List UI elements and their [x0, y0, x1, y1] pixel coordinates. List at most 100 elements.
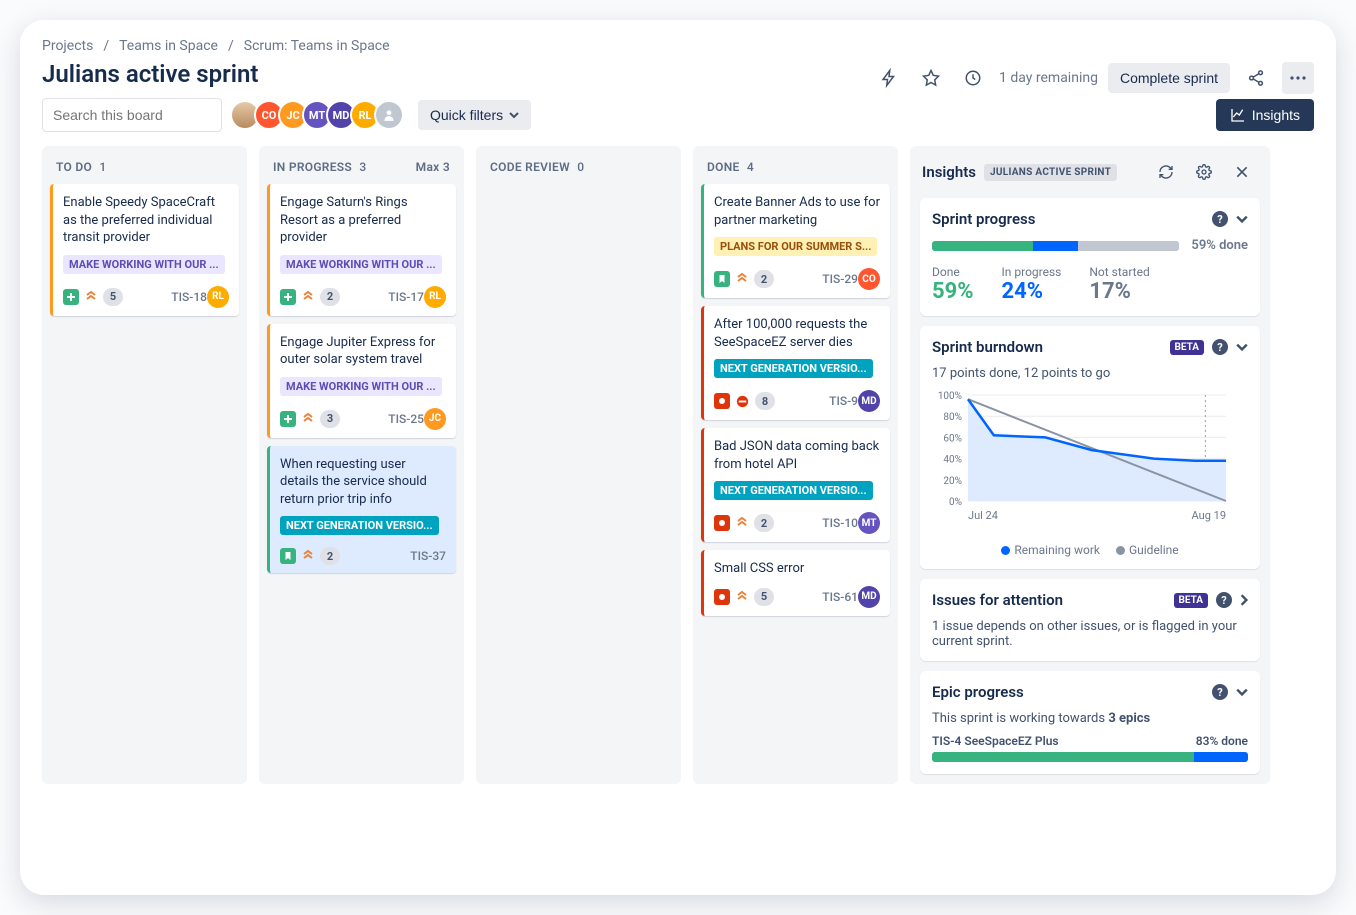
days-remaining: 1 day remaining	[999, 70, 1098, 86]
card-title: Issues for attention	[932, 591, 1063, 609]
priority-blocker-icon	[735, 394, 750, 409]
priority-medium-icon	[301, 290, 315, 304]
progress-done-label: 59% done	[1191, 238, 1248, 253]
help-icon[interactable]: ?	[1212, 211, 1228, 227]
card-summary: Create Banner Ads to use for partner mar…	[714, 194, 880, 229]
issue-card[interactable]: Engage Saturn's Rings Resort as a prefer…	[267, 184, 456, 316]
column-title: TO DO	[56, 160, 92, 174]
issue-key[interactable]: TIS-37	[410, 549, 446, 563]
epic-chip[interactable]: NEXT GENERATION VERSIO...	[714, 359, 873, 378]
issue-card[interactable]: Create Banner Ads to use for partner mar…	[701, 184, 890, 298]
attention-text: 1 issue depends on other issues, or is f…	[932, 619, 1248, 649]
column-title: CODE REVIEW	[490, 160, 570, 174]
automation-icon[interactable]	[873, 62, 905, 94]
app-surface: Projects/ Teams in Space/ Scrum: Teams i…	[20, 20, 1336, 895]
priority-medium-icon	[301, 549, 315, 563]
avatar-MD: MD	[858, 390, 880, 412]
insights-title: Insights	[922, 163, 976, 181]
bug-issuetype-icon	[714, 393, 730, 409]
more-icon[interactable]	[1282, 62, 1314, 94]
chevron-down-icon[interactable]	[1236, 343, 1248, 351]
breadcrumb-link[interactable]: Projects	[42, 38, 93, 54]
column-header: TO DO 1	[50, 154, 239, 184]
svg-text:40%: 40%	[943, 455, 962, 466]
column-header: IN PROGRESS 3Max 3	[267, 154, 456, 184]
epic-chip[interactable]: MAKE WORKING WITH OUR ...	[280, 377, 442, 396]
insights-button[interactable]: Insights	[1216, 99, 1314, 131]
column-inprogress: IN PROGRESS 3Max 3 Engage Saturn's Rings …	[259, 146, 464, 784]
card-summary: When requesting user details the service…	[280, 456, 446, 509]
svg-text:100%: 100%	[938, 391, 962, 402]
story-issuetype-icon	[280, 411, 296, 427]
help-icon[interactable]: ?	[1212, 684, 1228, 700]
avatar-GH[interactable]	[374, 100, 404, 130]
close-icon[interactable]	[1226, 156, 1258, 188]
issue-key[interactable]: TIS-61	[822, 590, 858, 604]
star-icon[interactable]	[915, 62, 947, 94]
stat-not-started: Not started17%	[1089, 265, 1149, 304]
column-count: 3	[359, 160, 366, 174]
issue-key[interactable]: TIS-25	[388, 412, 424, 426]
story-points-badge: 5	[103, 288, 123, 306]
epic-chip[interactable]: NEXT GENERATION VERSIO...	[714, 481, 873, 500]
chevron-down-icon[interactable]	[1236, 215, 1248, 223]
breadcrumb-link[interactable]: Teams in Space	[119, 38, 218, 54]
bug-issuetype-icon	[714, 589, 730, 605]
epic-progress-bar	[932, 752, 1248, 762]
search-field[interactable]	[51, 106, 236, 124]
insights-context-pill: JULIANS ACTIVE SPRINT	[984, 164, 1117, 181]
issue-card[interactable]: Engage Jupiter Express for outer solar s…	[267, 324, 456, 438]
issue-card[interactable]: After 100,000 requests the SeeSpaceEZ se…	[701, 306, 890, 420]
story-points-badge: 2	[320, 547, 340, 565]
quick-filters-button[interactable]: Quick filters	[418, 100, 531, 130]
story-points-badge: 2	[754, 270, 774, 288]
issue-card[interactable]: Enable Speedy SpaceCraft as the preferre…	[50, 184, 239, 316]
epic-chip[interactable]: PLANS FOR OUR SUMMER S...	[714, 237, 877, 256]
chevron-down-icon[interactable]	[1236, 688, 1248, 696]
card-title: Epic progress	[932, 683, 1024, 701]
stat-in-progress: In progress24%	[1002, 265, 1062, 304]
avatar-JC: JC	[424, 408, 446, 430]
burndown-subtext: 17 points done, 12 points to go	[932, 366, 1248, 381]
sprint-progress-card: Sprint progress ? 59% done Done59%In pro…	[920, 198, 1260, 316]
settings-icon[interactable]	[1188, 156, 1220, 188]
complete-sprint-button[interactable]: Complete sprint	[1108, 63, 1230, 93]
svg-text:60%: 60%	[943, 433, 962, 444]
clock-icon	[957, 62, 989, 94]
issue-key[interactable]: TIS-10	[822, 516, 858, 530]
story-issuetype-icon	[280, 289, 296, 305]
issue-key[interactable]: TIS-9	[829, 394, 858, 408]
page-title: Julians active sprint	[42, 60, 258, 88]
epic-chip[interactable]: MAKE WORKING WITH OUR ...	[63, 255, 225, 274]
chevron-right-icon	[1240, 594, 1248, 606]
svg-text:Jul 24: Jul 24	[968, 509, 998, 522]
issue-card[interactable]: Bad JSON data coming back from hotel API…	[701, 428, 890, 542]
priority-medium-icon	[735, 516, 749, 530]
kanban-board: TO DO 1Enable Speedy SpaceCraft as the p…	[42, 146, 1314, 784]
refresh-icon[interactable]	[1150, 156, 1182, 188]
sprint-burndown-card: Sprint burndown BETA ? 17 points done, 1…	[920, 326, 1260, 569]
issues-attention-card[interactable]: Issues for attention BETA ? 1 issue depe…	[920, 579, 1260, 661]
share-icon[interactable]	[1240, 62, 1272, 94]
assignee-filter-avatars[interactable]: COJCMTMDRL	[236, 100, 404, 130]
issue-card[interactable]: Small CSS error5TIS-61MD	[701, 550, 890, 616]
search-input[interactable]	[42, 98, 222, 132]
burndown-chart: 0% 20% 40% 60% 80% 100% Jul 24 Aug 19	[932, 389, 1232, 533]
card-summary: Engage Saturn's Rings Resort as a prefer…	[280, 194, 446, 247]
epic-chip[interactable]: NEXT GENERATION VERSIO...	[280, 516, 439, 535]
help-icon[interactable]: ?	[1212, 339, 1228, 355]
svg-text:0%: 0%	[949, 497, 962, 508]
issue-card[interactable]: When requesting user details the service…	[267, 446, 456, 574]
breadcrumb-link[interactable]: Scrum: Teams in Space	[244, 38, 390, 54]
epic-chip[interactable]: MAKE WORKING WITH OUR ...	[280, 255, 442, 274]
beta-badge: BETA	[1170, 340, 1205, 355]
card-title: Sprint burndown	[932, 338, 1043, 356]
story-points-badge: 8	[755, 392, 775, 410]
help-icon[interactable]: ?	[1216, 592, 1232, 608]
priority-medium-icon	[301, 412, 315, 426]
issue-key[interactable]: TIS-18	[171, 290, 207, 304]
issue-key[interactable]: TIS-29	[822, 272, 858, 286]
card-summary: After 100,000 requests the SeeSpaceEZ se…	[714, 316, 880, 351]
column-header: DONE 4	[701, 154, 890, 184]
issue-key[interactable]: TIS-17	[388, 290, 424, 304]
